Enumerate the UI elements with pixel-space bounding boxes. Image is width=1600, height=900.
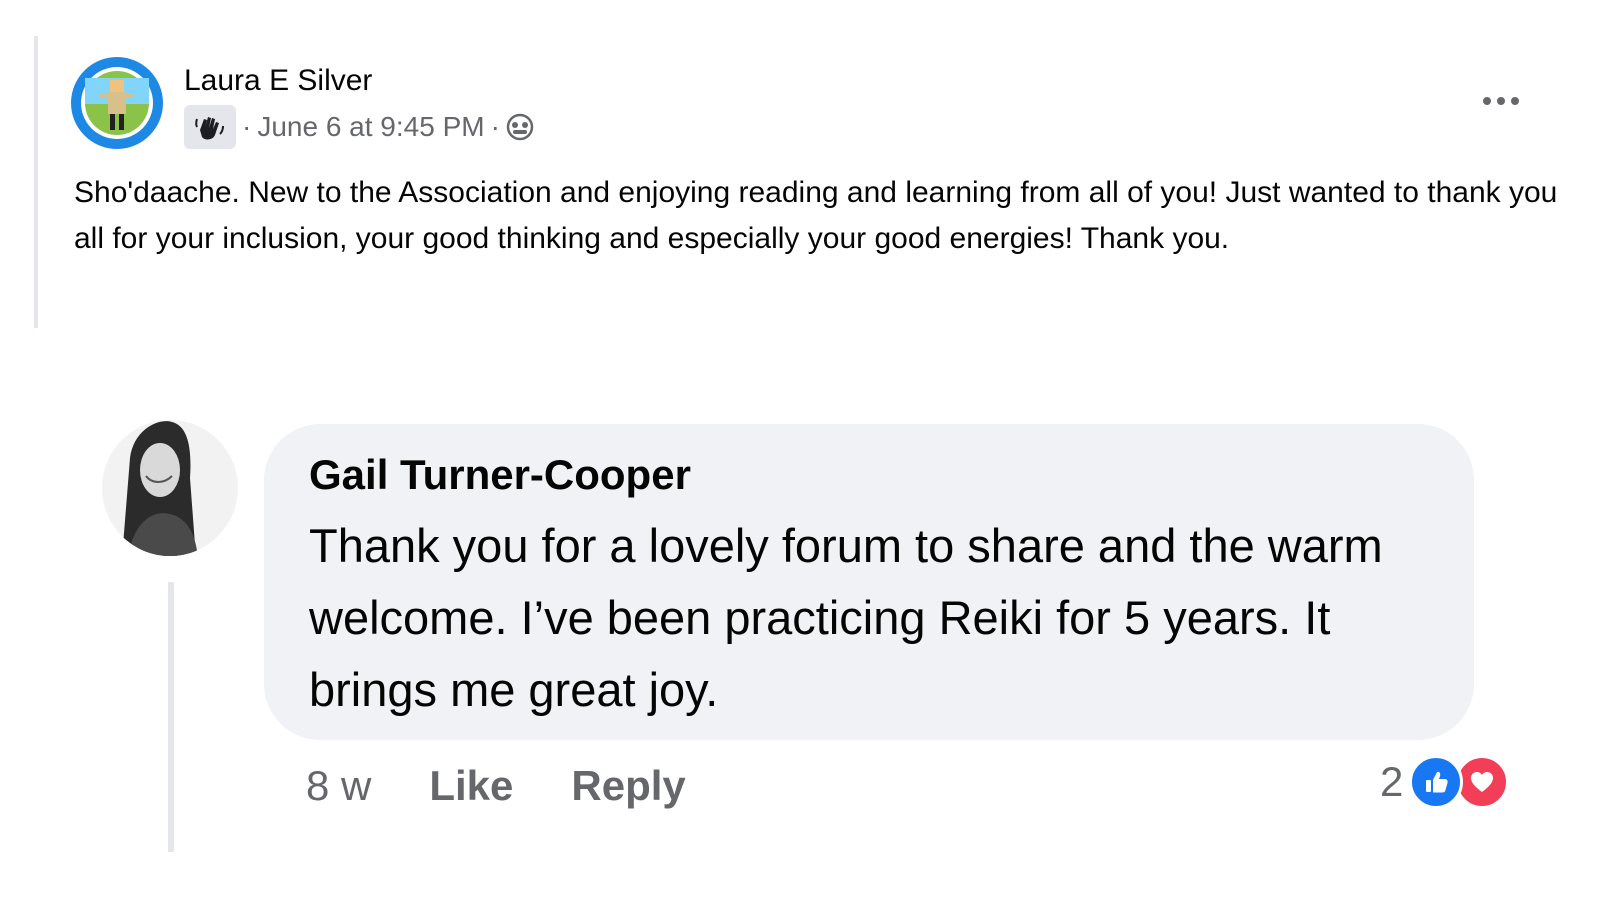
comment-thread-line <box>168 582 174 852</box>
comment-timestamp[interactable]: 8 w <box>306 762 371 810</box>
more-options-icon[interactable] <box>1478 86 1524 116</box>
waving-hand-badge-icon[interactable] <box>184 105 236 149</box>
comment-actions: 8 w Like Reply <box>306 758 744 814</box>
post-author-name[interactable]: Laura E Silver <box>184 64 372 98</box>
group-avatar[interactable] <box>70 56 164 150</box>
like-reaction-icon <box>1409 755 1464 809</box>
meta-separator: · <box>242 111 252 142</box>
reaction-summary[interactable]: 2 <box>1380 752 1510 812</box>
comment-author-name[interactable]: Gail Turner-Cooper <box>309 450 1430 500</box>
comment-text: Thank you for a lovely forum to share an… <box>309 519 1383 716</box>
commenter-avatar[interactable] <box>100 418 240 558</box>
meta-separator: · <box>490 111 500 142</box>
love-reaction-icon <box>1455 755 1510 809</box>
post-meta: · June 6 at 9:45 PM · <box>184 104 534 150</box>
post-left-border <box>34 36 38 328</box>
group-audience-icon <box>506 113 534 141</box>
post-text: Sho'daache. New to the Association and e… <box>74 176 1558 255</box>
post-date[interactable]: June 6 at 9:45 PM <box>257 111 484 143</box>
like-button[interactable]: Like <box>429 762 513 810</box>
reply-button[interactable]: Reply <box>571 762 685 810</box>
post-thread: Laura E Silver · June 6 at 9:45 PM · Sho… <box>0 0 1600 900</box>
reaction-count: 2 <box>1380 758 1404 805</box>
comment-bubble: Gail Turner-Cooper Thank you for a lovel… <box>264 424 1474 740</box>
